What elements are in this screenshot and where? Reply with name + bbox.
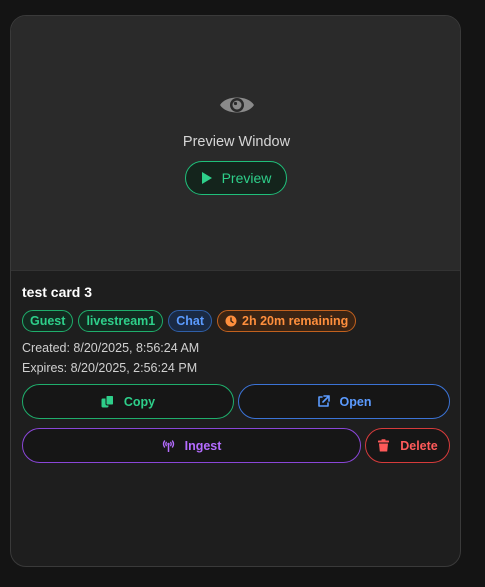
card-title: test card 3 [22, 284, 93, 300]
guest-badge: Guest [22, 310, 74, 332]
stream-badge: livestream1 [78, 310, 164, 332]
preview-window-label: Preview Window [182, 134, 291, 150]
delete-button-label: Delete [400, 438, 438, 453]
external-link-icon [317, 395, 330, 407]
copy-button[interactable]: Copy [22, 384, 234, 419]
ingest-button-label: Ingest [184, 438, 222, 453]
time-remaining-badge: 2h 20m remaining [217, 310, 357, 332]
open-button[interactable]: Open [238, 384, 450, 419]
ingest-button[interactable]: Ingest [22, 428, 361, 463]
stream-card: Preview Window Preview test card 3 Guest… [10, 15, 461, 567]
open-button-label: Open [339, 394, 372, 409]
expires-date: Expires: 8/20/2025, 2:56:24 PM [22, 361, 198, 375]
trash-icon [378, 439, 390, 452]
play-icon [201, 172, 212, 184]
created-date: Created: 8/20/2025, 8:56:24 AM [22, 341, 200, 355]
copy-icon [101, 395, 114, 408]
preview-area: Preview Window Preview [11, 16, 460, 271]
broadcast-tower-icon [162, 440, 174, 452]
delete-button[interactable]: Delete [365, 428, 450, 463]
preview-button-label: Preview [221, 170, 272, 186]
eye-icon [220, 97, 254, 113]
chat-badge: Chat [168, 310, 213, 332]
clock-icon [225, 315, 237, 327]
time-remaining-label: 2h 20m remaining [242, 314, 349, 328]
badge-row: Guest livestream1 Chat 2h 20m remaining [22, 310, 357, 332]
preview-button[interactable]: Preview [185, 161, 287, 195]
copy-button-label: Copy [123, 394, 156, 409]
